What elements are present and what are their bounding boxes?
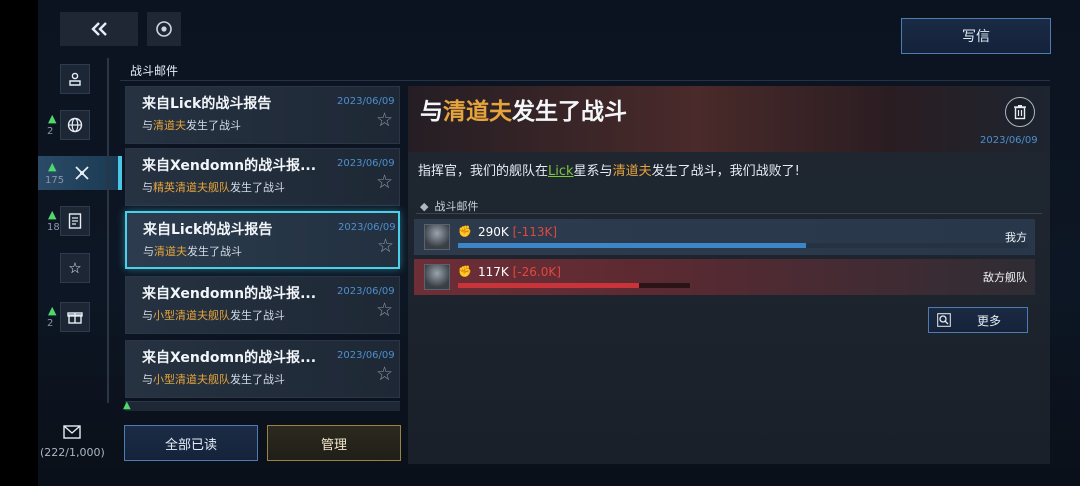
user-inbox-icon <box>69 72 81 86</box>
category-count: 2 <box>47 318 54 329</box>
back-button[interactable] <box>60 12 138 46</box>
gift-icon <box>67 312 83 324</box>
diamond-bullet-icon: ◆ <box>420 200 429 213</box>
globe-icon <box>67 117 83 133</box>
fleet-power-bar <box>458 283 690 288</box>
battle-message: 指挥官，我们的舰队在Lick星系与清道夫发生了战斗，我们战败了! <box>418 164 800 179</box>
fleet-power: 117K [-26.0K] <box>478 265 561 279</box>
alert-indicator-icon: ▲ <box>123 400 131 411</box>
magnifier-icon <box>937 313 951 327</box>
more-button[interactable]: 更多 <box>928 307 1028 333</box>
fleet-power-bar-fill <box>458 283 639 288</box>
system-link[interactable]: Lick <box>548 164 574 179</box>
battle-icon <box>75 166 89 180</box>
mail-detail-panel: 与清道夫发生了战斗 2023/06/09 指挥官，我们的舰队在Lick星系与清道… <box>408 86 1050 464</box>
mail-date: 2023/06/09 <box>337 286 395 297</box>
sidebar-divider <box>107 58 109 403</box>
mail-title: 来自Lick的战斗报告 <box>142 96 272 112</box>
mail-date: 2023/06/09 <box>338 222 396 233</box>
game-mail-screen: 写信 ▲ 2 ▲ 175 ▲ 18 ☆ ▲ 2 (222/1,000) 战斗邮件… <box>0 0 1080 486</box>
section-title: 战斗邮件 <box>130 64 179 78</box>
mail-list-item[interactable]: 来自Lick的战斗报告 2023/06/09 与清道夫发生了战斗 ☆ <box>125 86 400 144</box>
alert-indicator: ▲ <box>48 208 57 221</box>
envelope-icon <box>63 425 81 439</box>
side-label: 我方 <box>1005 231 1027 244</box>
enemy-name: 清道夫 <box>154 245 187 258</box>
mail-title: 来自Xendomn的战斗报... <box>142 158 317 174</box>
more-label: 更多 <box>977 313 1002 328</box>
mail-title: 来自Lick的战斗报告 <box>143 222 273 238</box>
category-reports[interactable] <box>60 206 90 236</box>
commander-avatar <box>424 224 450 250</box>
report-divider <box>416 213 1042 214</box>
category-count: 2 <box>47 126 54 137</box>
favorite-star-icon[interactable]: ☆ <box>376 301 393 320</box>
settings-button[interactable] <box>147 12 181 46</box>
enemy-name: 小型清道夫舰队 <box>153 373 230 386</box>
favorite-star-icon[interactable]: ☆ <box>376 365 393 384</box>
mail-list-item-partial[interactable] <box>125 401 400 411</box>
mail-list-item[interactable]: 来自Xendomn的战斗报... 2023/06/09 与小型清道夫舰队发生了战… <box>125 340 400 398</box>
alert-indicator: ▲ <box>48 304 57 317</box>
favorite-star-icon[interactable]: ☆ <box>376 173 393 192</box>
fleet-power: 290K [-113K] <box>478 225 558 239</box>
category-personal[interactable] <box>60 64 90 94</box>
mailbox-count: (222/1,000) <box>40 446 105 459</box>
side-label: 敌方舰队 <box>983 271 1027 284</box>
enemy-name: 精英清道夫舰队 <box>153 181 230 194</box>
mail-title: 来自Xendomn的战斗报... <box>142 286 317 302</box>
document-icon <box>68 213 82 229</box>
category-gifts[interactable] <box>60 302 90 332</box>
fleet-power-bar <box>458 243 1028 248</box>
detail-header: 与清道夫发生了战斗 2023/06/09 <box>408 86 1050 152</box>
mail-summary: 与小型清道夫舰队发生了战斗 <box>142 373 285 386</box>
mail-summary: 与小型清道夫舰队发生了战斗 <box>142 309 285 322</box>
mail-summary: 与精英清道夫舰队发生了战斗 <box>142 181 285 194</box>
mail-list-item-selected[interactable]: 来自Lick的战斗报告 2023/06/09 与清道夫发生了战斗 ☆ <box>125 211 400 269</box>
category-sidebar: ▲ 2 ▲ 175 ▲ 18 ☆ ▲ 2 <box>38 58 122 486</box>
report-section-label: ◆ 战斗邮件 <box>420 200 479 213</box>
fleet-row-enemy[interactable]: ✊ 117K [-26.0K] 敌方舰队 <box>414 259 1035 295</box>
gear-icon <box>156 21 172 37</box>
fist-power-icon: ✊ <box>458 265 472 278</box>
enemy-name: 清道夫 <box>612 164 652 179</box>
star-icon: ☆ <box>68 259 82 277</box>
mail-date: 2023/06/09 <box>337 350 395 361</box>
fist-power-icon: ✊ <box>458 225 472 238</box>
mail-date: 2023/06/09 <box>337 96 395 107</box>
category-world[interactable] <box>60 110 90 140</box>
favorite-star-icon[interactable]: ☆ <box>377 237 394 256</box>
detail-date: 2023/06/09 <box>980 135 1038 146</box>
category-count: 18 <box>47 222 60 233</box>
detail-title: 与清道夫发生了战斗 <box>420 99 627 125</box>
enemy-name: 清道夫 <box>443 99 512 125</box>
fleet-row-own[interactable]: ✊ 290K [-113K] 我方 <box>414 219 1035 255</box>
enemy-name: 清道夫 <box>153 119 186 132</box>
mail-date: 2023/06/09 <box>337 158 395 169</box>
header-divider <box>120 80 1050 81</box>
write-mail-button[interactable]: 写信 <box>901 18 1051 54</box>
category-favorites[interactable]: ☆ <box>60 253 90 283</box>
alert-indicator: ▲ <box>48 160 57 173</box>
delete-button[interactable] <box>1005 97 1035 127</box>
alert-indicator: ▲ <box>48 112 57 125</box>
mail-title: 来自Xendomn的战斗报... <box>142 350 317 366</box>
manage-button[interactable]: 管理 <box>267 425 401 461</box>
mailbox-capacity: (222/1,000) <box>40 424 105 459</box>
mail-summary: 与清道夫发生了战斗 <box>143 245 242 258</box>
fleet-power-bar-fill <box>458 243 806 248</box>
screen-edge <box>0 0 38 486</box>
enemy-name: 小型清道夫舰队 <box>153 309 230 322</box>
mail-list-item[interactable]: 来自Xendomn的战斗报... 2023/06/09 与小型清道夫舰队发生了战… <box>125 276 400 334</box>
trash-icon <box>1014 105 1026 120</box>
mail-summary: 与清道夫发生了战斗 <box>142 119 241 132</box>
category-count: 175 <box>45 175 65 186</box>
enemy-avatar <box>424 264 450 290</box>
mail-list-item[interactable]: 来自Xendomn的战斗报... 2023/06/09 与精英清道夫舰队发生了战… <box>125 148 400 206</box>
favorite-star-icon[interactable]: ☆ <box>376 111 393 130</box>
mark-all-read-button[interactable]: 全部已读 <box>124 425 258 461</box>
double-chevron-left-icon <box>91 22 107 36</box>
